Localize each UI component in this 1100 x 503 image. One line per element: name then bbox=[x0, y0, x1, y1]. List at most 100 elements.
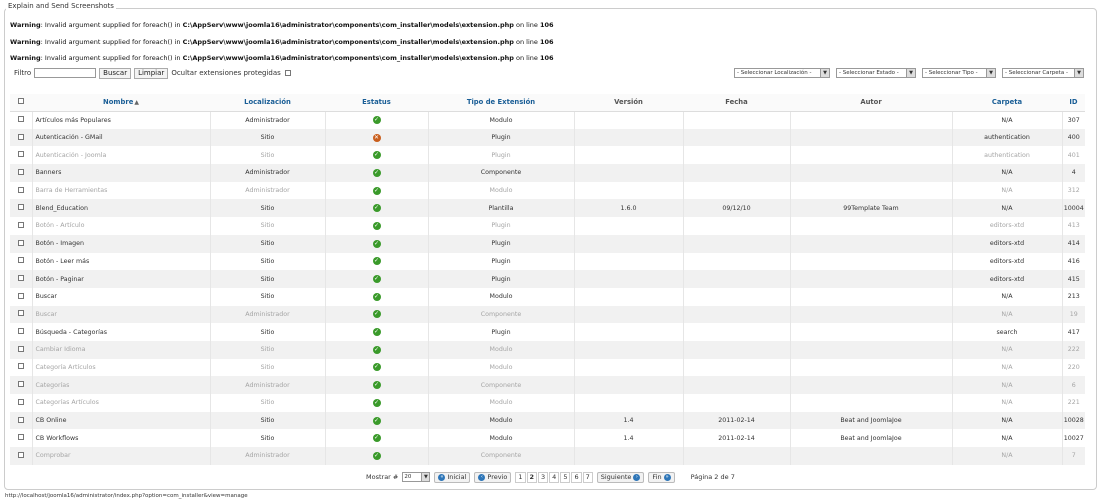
col-id[interactable]: ID bbox=[1062, 94, 1085, 112]
row-checkbox[interactable] bbox=[17, 221, 24, 228]
cell-name[interactable]: CB Workflows bbox=[32, 429, 211, 448]
start-button[interactable]: «Inicial bbox=[434, 471, 471, 483]
cell-name[interactable]: Botón - Paginar bbox=[32, 270, 211, 288]
row-checkbox[interactable] bbox=[17, 345, 24, 352]
table-row: Comprobar Administrador ✓ Componente N/A 7 bbox=[10, 447, 1085, 465]
cell-name[interactable]: Buscar bbox=[32, 305, 211, 324]
cell-id: 312 bbox=[1062, 181, 1085, 200]
page-number[interactable]: 4 bbox=[549, 471, 560, 483]
col-name[interactable]: Nombre▲ bbox=[32, 94, 210, 112]
row-checkbox[interactable] bbox=[17, 416, 24, 423]
enabled-icon[interactable]: ✓ bbox=[372, 416, 381, 425]
row-checkbox[interactable] bbox=[17, 151, 24, 158]
page-number[interactable]: 3 bbox=[538, 471, 549, 483]
cell-name[interactable]: Artículos más Populares bbox=[32, 111, 211, 129]
cell-name[interactable]: Categorías Artículos bbox=[32, 394, 211, 412]
table-header: Nombre▲ Localización Estatus Tipo de Ext… bbox=[10, 94, 1085, 112]
cell-name[interactable]: Banners bbox=[32, 164, 211, 182]
enabled-icon[interactable]: ✓ bbox=[372, 451, 381, 460]
prev-button[interactable]: ‹ Previo bbox=[474, 471, 512, 483]
enabled-icon[interactable]: ✓ bbox=[372, 275, 381, 284]
folder-select-value: - Seleccionar Carpeta - bbox=[1005, 70, 1068, 76]
cell-select bbox=[10, 340, 33, 359]
state-select[interactable]: - Seleccionar Estado - ▼ bbox=[836, 68, 916, 78]
cell-name[interactable]: Botón - Artículo bbox=[32, 217, 211, 235]
col-status[interactable]: Estatus bbox=[325, 94, 428, 112]
enabled-icon[interactable]: ✓ bbox=[372, 310, 381, 319]
row-checkbox[interactable] bbox=[17, 204, 24, 211]
col-location[interactable]: Localización bbox=[210, 94, 325, 112]
table-row: CB Online Sitio ✓ Modulo 1.4 2011-02-14 Beat a… bbox=[10, 411, 1085, 430]
enabled-icon[interactable]: ✓ bbox=[372, 168, 381, 177]
filter-input[interactable] bbox=[34, 68, 97, 78]
cell-version bbox=[574, 323, 684, 341]
cell-name[interactable]: Categoría Artículos bbox=[32, 358, 211, 377]
row-checkbox[interactable] bbox=[17, 381, 24, 388]
cell-name[interactable]: Categorías bbox=[32, 376, 211, 394]
page-number[interactable]: 7 bbox=[582, 471, 593, 483]
search-button[interactable]: Buscar bbox=[99, 67, 132, 79]
enabled-icon[interactable]: ✓ bbox=[372, 186, 381, 195]
cell-name[interactable]: Comprobar bbox=[32, 447, 211, 465]
enabled-icon[interactable]: ✓ bbox=[372, 345, 381, 354]
enabled-icon[interactable]: ✓ bbox=[372, 381, 381, 390]
cell-author bbox=[790, 128, 953, 147]
row-checkbox[interactable] bbox=[17, 328, 24, 335]
row-checkbox[interactable] bbox=[17, 434, 24, 441]
row-checkbox[interactable] bbox=[17, 292, 24, 299]
cell-name[interactable]: Blend_Education bbox=[32, 199, 211, 218]
cell-name[interactable]: Cambiar Idioma bbox=[32, 340, 211, 359]
cell-name[interactable]: CB Online bbox=[32, 411, 211, 430]
cell-name[interactable]: Botón - Imagen bbox=[32, 234, 211, 253]
enabled-icon[interactable]: ✓ bbox=[372, 151, 381, 160]
col-type[interactable]: Tipo de Extensión bbox=[428, 94, 574, 112]
row-checkbox[interactable] bbox=[17, 451, 24, 458]
cell-name[interactable]: Buscar bbox=[32, 287, 211, 306]
cell-date: 09/12/10 bbox=[683, 199, 791, 218]
page-number[interactable]: 2 bbox=[526, 471, 538, 483]
enabled-icon[interactable]: ✓ bbox=[372, 398, 381, 407]
folder-select[interactable]: - Seleccionar Carpeta - ▼ bbox=[1002, 68, 1084, 78]
disabled-icon[interactable]: ✕ bbox=[372, 133, 381, 142]
clear-button[interactable]: Limpiar bbox=[134, 67, 169, 79]
row-checkbox[interactable] bbox=[17, 310, 24, 317]
cell-name[interactable]: Autenticación - GMail bbox=[32, 128, 211, 147]
enabled-icon[interactable]: ✓ bbox=[372, 292, 381, 301]
enabled-icon[interactable]: ✓ bbox=[372, 221, 381, 230]
cell-location: Sitio bbox=[210, 128, 326, 147]
row-checkbox[interactable] bbox=[17, 186, 24, 193]
chevron-down-icon: ▼ bbox=[421, 473, 430, 481]
type-select[interactable]: - Seleccionar Tipo - ▼ bbox=[922, 68, 996, 78]
enabled-icon[interactable]: ✓ bbox=[372, 328, 381, 337]
cell-name[interactable]: Autenticación - Joomla bbox=[32, 146, 211, 165]
row-checkbox[interactable] bbox=[17, 257, 24, 264]
cell-name[interactable]: Barra de Herramientas bbox=[32, 181, 211, 200]
page-number[interactable]: 5 bbox=[560, 471, 571, 483]
cell-name[interactable]: Búsqueda - Categorías bbox=[32, 323, 211, 341]
enabled-icon[interactable]: ✓ bbox=[372, 257, 381, 266]
row-checkbox[interactable] bbox=[17, 363, 24, 370]
select-all-checkbox[interactable] bbox=[18, 98, 24, 105]
row-checkbox[interactable] bbox=[17, 398, 24, 405]
row-checkbox[interactable] bbox=[17, 133, 24, 140]
enabled-icon[interactable]: ✓ bbox=[372, 239, 381, 248]
row-checkbox[interactable] bbox=[17, 239, 24, 246]
col-folder[interactable]: Carpeta bbox=[952, 94, 1062, 112]
row-checkbox[interactable] bbox=[17, 275, 24, 282]
page-number[interactable]: 1 bbox=[515, 471, 526, 483]
enabled-icon[interactable]: ✓ bbox=[372, 434, 381, 443]
page-number[interactable]: 6 bbox=[571, 471, 582, 483]
cell-type: Plugin bbox=[428, 146, 575, 165]
enabled-icon[interactable]: ✓ bbox=[372, 363, 381, 372]
cell-id: 7 bbox=[1062, 447, 1085, 465]
enabled-icon[interactable]: ✓ bbox=[372, 116, 381, 125]
row-checkbox[interactable] bbox=[17, 168, 24, 175]
location-select[interactable]: - Seleccionar Localización - ▼ bbox=[734, 68, 830, 78]
end-button[interactable]: Fin» bbox=[648, 471, 675, 483]
next-button[interactable]: Siguiente › bbox=[596, 471, 645, 483]
cell-name[interactable]: Botón - Leer más bbox=[32, 252, 211, 271]
limit-select[interactable]: 20 ▼ bbox=[402, 472, 431, 482]
enabled-icon[interactable]: ✓ bbox=[372, 204, 381, 213]
hide-protected-checkbox[interactable] bbox=[284, 70, 291, 76]
row-checkbox[interactable] bbox=[17, 116, 24, 123]
